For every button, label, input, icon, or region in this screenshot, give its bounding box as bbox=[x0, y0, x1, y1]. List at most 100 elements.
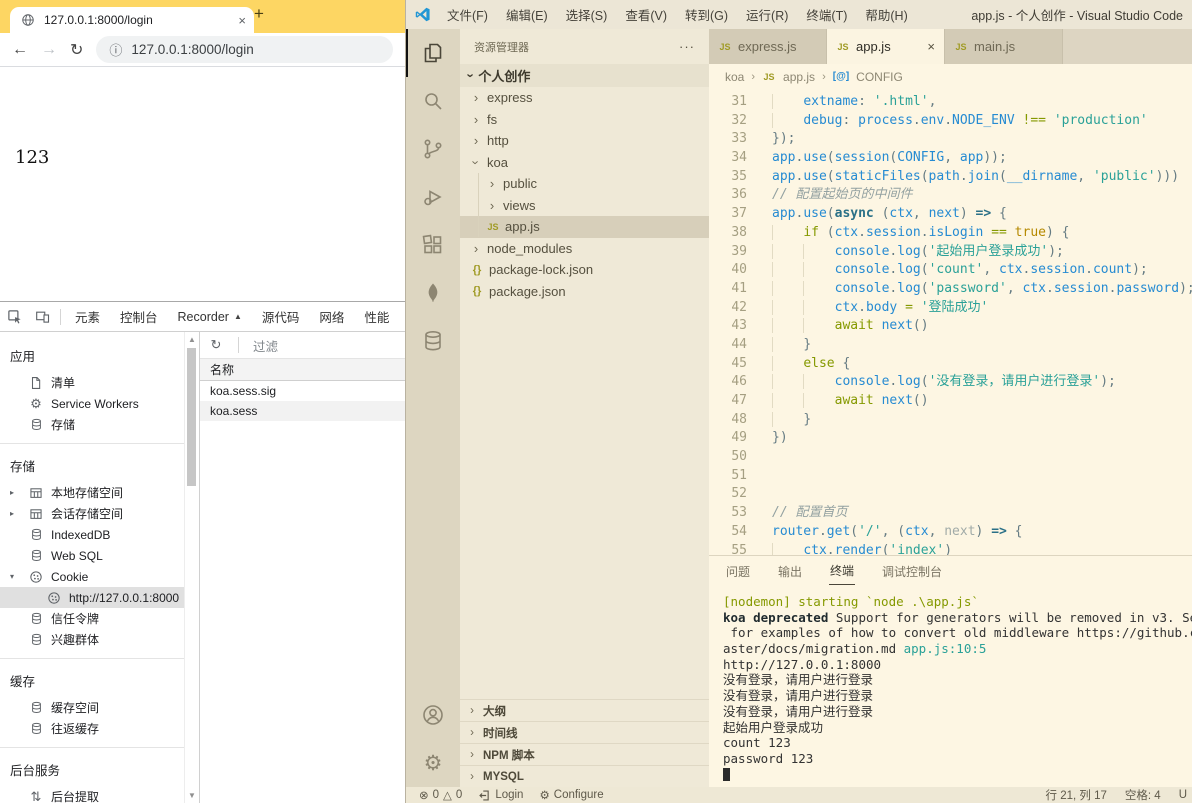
file-tree-row-public[interactable]: › public bbox=[460, 173, 709, 195]
file-tree-row-koa[interactable]: › koa bbox=[460, 152, 709, 174]
devtools-tree-item[interactable]: 往返缓存 bbox=[0, 718, 184, 739]
devtools-tab-源代码[interactable]: 源代码 bbox=[252, 307, 310, 326]
panel-tab-输出[interactable]: 输出 bbox=[777, 558, 803, 585]
menu-item[interactable]: 转到(G) bbox=[676, 5, 737, 24]
menu-item[interactable]: 编辑(E) bbox=[497, 5, 557, 24]
devtools-tab-性能[interactable]: 性能 bbox=[354, 307, 399, 326]
breadcrumb-file[interactable]: app.js bbox=[783, 70, 815, 84]
mongodb-leaf-activity-icon[interactable] bbox=[406, 269, 460, 317]
device-toolbar-icon[interactable] bbox=[28, 309, 56, 324]
menu-item[interactable]: 帮助(H) bbox=[856, 5, 916, 24]
code-editor[interactable]: 31 32 33 34 35 36 37 38 39 40 41 42 43 44 45 46 47 48 49 50… bbox=[709, 89, 1192, 555]
file-tree-row-node_modules[interactable]: › node_modules bbox=[460, 238, 709, 260]
scroll-up-icon[interactable]: ▲ bbox=[185, 335, 199, 344]
sidebar-section-MYSQL[interactable]: › MYSQL bbox=[460, 765, 709, 787]
file-tree-row-express[interactable]: › express bbox=[460, 87, 709, 109]
editor-tab-app.js[interactable]: JS app.js × bbox=[827, 29, 945, 64]
panel-tab-调试控制台[interactable]: 调试控制台 bbox=[881, 558, 943, 585]
file-tree-row-fs[interactable]: › fs bbox=[460, 109, 709, 131]
workspace-root-row[interactable]: › 个人创作 bbox=[460, 64, 709, 87]
devtools-tree-item[interactable]: 清单 bbox=[0, 372, 184, 393]
file-tree-row-package.json[interactable]: {} package.json bbox=[460, 281, 709, 303]
tab-title: 127.0.0.1:8000/login bbox=[44, 13, 153, 27]
settings-gear-icon[interactable]: ⚙ bbox=[406, 739, 460, 787]
inspect-element-icon[interactable] bbox=[0, 309, 28, 324]
account-activity-icon[interactable] bbox=[406, 691, 460, 739]
devtools-item-label: 本地存储空间 bbox=[51, 486, 124, 500]
browser-tab[interactable]: 127.0.0.1:8000/login × bbox=[10, 7, 254, 33]
devtools-tab-Recorder[interactable]: Recorder ▲ bbox=[168, 307, 252, 326]
devtools-tree-item[interactable]: IndexedDB bbox=[0, 524, 184, 545]
encoding-setting[interactable]: U bbox=[1179, 789, 1187, 801]
site-info-icon[interactable]: ⓘ bbox=[109, 40, 122, 59]
devtools-tab-label: 网络 bbox=[319, 311, 345, 325]
tab-close-icon[interactable]: × bbox=[927, 39, 935, 54]
sidebar-section-时间线[interactable]: › 时间线 bbox=[460, 721, 709, 743]
extensions-activity-icon[interactable] bbox=[406, 221, 460, 269]
devtools-tab-控制台[interactable]: 控制台 bbox=[110, 307, 168, 326]
cookie-icon bbox=[46, 590, 62, 606]
terminal-output[interactable]: [nodemon] starting `node .\app.js` koa de… bbox=[709, 586, 1192, 787]
menu-item[interactable]: 查看(V) bbox=[616, 5, 676, 24]
menu-item[interactable]: 选择(S) bbox=[557, 5, 617, 24]
cursor-position[interactable]: 行 21, 列 17 bbox=[1046, 787, 1107, 803]
breadcrumb-symbol[interactable]: CONFIG bbox=[856, 70, 903, 84]
filter-input[interactable]: 过滤 bbox=[253, 336, 278, 355]
file-tree-row-app.js[interactable]: JS app.js bbox=[460, 216, 709, 238]
menu-item[interactable]: 文件(F) bbox=[438, 5, 497, 24]
search-activity-icon[interactable] bbox=[406, 77, 460, 125]
menu-item[interactable]: 运行(R) bbox=[737, 5, 797, 24]
panel-tab-终端[interactable]: 终端 bbox=[829, 557, 856, 585]
devtools-tree-item[interactable]: 信任令牌 bbox=[0, 608, 184, 629]
scrollbar-thumb[interactable] bbox=[187, 348, 196, 486]
devtools-tree-item[interactable]: Web SQL bbox=[0, 545, 184, 566]
panel-tab-问题[interactable]: 问题 bbox=[725, 558, 751, 585]
cookie-name-header[interactable]: 名称 bbox=[200, 359, 405, 381]
devtools-tree-item[interactable]: 缓存空间 bbox=[0, 697, 184, 718]
devtools-tree-item[interactable]: http://127.0.0.1:8000 bbox=[0, 587, 184, 608]
login-status-button[interactable]: Login bbox=[478, 789, 523, 802]
configure-status-button[interactable]: ⚙ Configure bbox=[539, 788, 603, 802]
cookie-row[interactable]: koa.sess bbox=[200, 401, 405, 421]
new-tab-button[interactable]: + bbox=[254, 4, 264, 24]
breadcrumb-folder[interactable]: koa bbox=[725, 70, 744, 84]
tree-chevron-icon[interactable]: ▸ bbox=[8, 488, 28, 497]
file-tree-row-package-lock.json[interactable]: {} package-lock.json bbox=[460, 259, 709, 281]
scroll-down-icon[interactable]: ▼ bbox=[185, 791, 199, 800]
explorer-more-actions-icon[interactable]: ··· bbox=[679, 39, 695, 54]
devtools-tree-item[interactable]: ▸ 会话存储空间 bbox=[0, 503, 184, 524]
back-button[interactable]: ← bbox=[12, 41, 28, 59]
database-activity-icon[interactable] bbox=[406, 317, 460, 365]
devtools-tree-item[interactable]: ▾ Cookie bbox=[0, 566, 184, 587]
devtools-tab-元素[interactable]: 元素 bbox=[65, 307, 110, 326]
file-tree-row-views[interactable]: › views bbox=[460, 195, 709, 217]
explorer-activity-icon[interactable] bbox=[406, 29, 460, 77]
tree-chevron-icon[interactable]: ▾ bbox=[8, 572, 28, 581]
sidebar-section-NPM 脚本[interactable]: › NPM 脚本 bbox=[460, 743, 709, 765]
editor-tab-main.js[interactable]: JS main.js bbox=[945, 29, 1063, 64]
cookie-row[interactable]: koa.sess.sig bbox=[200, 381, 405, 401]
tab-close-icon[interactable]: × bbox=[238, 13, 246, 28]
indentation-setting[interactable]: 空格: 4 bbox=[1125, 787, 1161, 803]
devtools-tab-网络[interactable]: 网络 bbox=[309, 307, 354, 326]
problems-status[interactable]: ⊗ 0 △ 0 bbox=[419, 788, 462, 802]
sidebar-scrollbar[interactable]: ▲ ▼ bbox=[184, 332, 199, 803]
run-debug-activity-icon[interactable] bbox=[406, 173, 460, 221]
devtools-tree-item[interactable]: 存储 bbox=[0, 414, 184, 435]
file-tree-row-http[interactable]: › http bbox=[460, 130, 709, 152]
menu-item[interactable]: 终端(T) bbox=[797, 5, 856, 24]
devtools-tree-item[interactable]: ⚙ Service Workers bbox=[0, 393, 184, 414]
refresh-icon[interactable]: ↻ bbox=[208, 337, 224, 353]
reload-button[interactable]: ↻ bbox=[70, 40, 83, 60]
cookie-filter-bar: ↻ 过滤 bbox=[200, 332, 405, 359]
devtools-tree-item[interactable]: ⇅ 后台提取 bbox=[0, 786, 184, 803]
tree-chevron-icon[interactable]: ▸ bbox=[8, 509, 28, 518]
window-title: app.js - 个人创作 - Visual Studio Code bbox=[971, 9, 1183, 23]
url-bar[interactable]: ⓘ 127.0.0.1:8000/login bbox=[96, 36, 393, 63]
editor-tab-express.js[interactable]: JS express.js bbox=[709, 29, 827, 64]
devtools-tree-item[interactable]: 兴趣群体 bbox=[0, 629, 184, 650]
sidebar-section-大纲[interactable]: › 大纲 bbox=[460, 699, 709, 721]
source-control-activity-icon[interactable] bbox=[406, 125, 460, 173]
devtools-section: 后台服务⇅后台提取↻后台同步通知 bbox=[0, 747, 184, 803]
devtools-tree-item[interactable]: ▸ 本地存储空间 bbox=[0, 482, 184, 503]
